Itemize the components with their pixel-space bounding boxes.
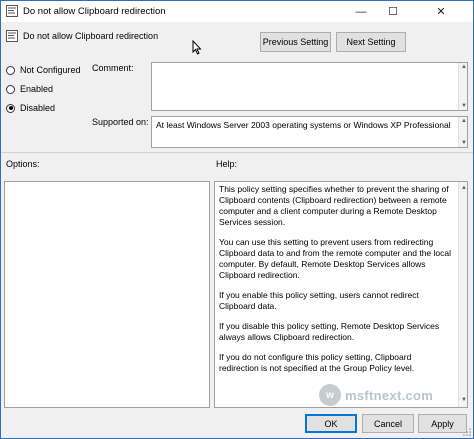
- radio-circle[interactable]: [6, 65, 15, 75]
- help-pane: This policy setting specifies whether to…: [214, 181, 468, 408]
- supported-on-field: At least Windows Server 2003 operating s…: [151, 116, 468, 148]
- policy-settings-icon: [6, 5, 18, 17]
- apply-button[interactable]: Apply: [418, 414, 467, 433]
- supported-on-value: At least Windows Server 2003 operating s…: [156, 120, 451, 130]
- scroll-up-icon[interactable]: ▲: [461, 183, 467, 194]
- ok-button[interactable]: OK: [305, 414, 357, 433]
- comment-scrollbar[interactable]: ▲ ▼: [458, 63, 467, 110]
- help-label: Help:: [216, 159, 238, 169]
- maximize-button[interactable]: ☐: [377, 1, 409, 22]
- scroll-up-icon[interactable]: ▲: [461, 64, 467, 70]
- radio-label: Enabled: [20, 84, 54, 94]
- title-bar: Do not allow Clipboard redirection — ☐ ✕: [1, 1, 473, 22]
- supported-on-label: Supported on:: [92, 117, 149, 127]
- help-paragraph: If you disable this policy setting, Remo…: [219, 321, 440, 342]
- help-paragraph: If you do not configure this policy sett…: [219, 352, 415, 373]
- radio-enabled[interactable]: Enabled: [6, 84, 53, 94]
- help-paragraph: If you enable this policy setting, users…: [219, 290, 419, 311]
- help-scrollbar[interactable]: ▲ ▼: [458, 182, 467, 407]
- window-title: Do not allow Clipboard redirection: [23, 6, 166, 17]
- radio-disabled[interactable]: Disabled: [6, 103, 55, 113]
- radio-label: Not Configured: [20, 65, 81, 75]
- mouse-cursor-icon: [192, 40, 202, 55]
- radio-label: Disabled: [20, 103, 56, 113]
- minimize-button[interactable]: —: [345, 1, 377, 22]
- watermark-logo-icon: w: [319, 384, 341, 406]
- options-label: Options:: [6, 159, 40, 169]
- next-setting-button[interactable]: Next Setting: [336, 32, 406, 52]
- policy-name: Do not allow Clipboard redirection: [23, 31, 159, 41]
- resize-grip-icon[interactable]: [463, 428, 471, 436]
- supported-scrollbar[interactable]: ▲ ▼: [458, 117, 467, 147]
- radio-circle[interactable]: [6, 84, 15, 94]
- options-pane: [4, 181, 210, 408]
- scroll-down-icon[interactable]: ▼: [461, 395, 467, 406]
- policy-dialog: Do not allow Clipboard redirection — ☐ ✕…: [0, 0, 474, 439]
- comment-field[interactable]: ▲ ▼: [151, 62, 468, 111]
- comment-label: Comment:: [92, 63, 134, 73]
- cancel-button[interactable]: Cancel: [362, 414, 414, 433]
- radio-not-configured[interactable]: Not Configured: [6, 65, 81, 75]
- watermark: w msftnext.com: [319, 384, 433, 406]
- scroll-down-icon[interactable]: ▼: [461, 140, 467, 146]
- radio-circle-selected[interactable]: [6, 103, 15, 113]
- help-paragraph: This policy setting specifies whether to…: [219, 184, 449, 227]
- divider: [1, 152, 473, 153]
- previous-setting-button[interactable]: Previous Setting: [260, 32, 331, 52]
- policy-icon: [6, 30, 18, 42]
- watermark-text: msftnext.com: [345, 387, 434, 403]
- scroll-up-icon[interactable]: ▲: [461, 118, 467, 124]
- help-paragraph: You can use this setting to prevent user…: [219, 237, 451, 280]
- scroll-down-icon[interactable]: ▼: [461, 103, 467, 109]
- close-button[interactable]: ✕: [409, 1, 473, 22]
